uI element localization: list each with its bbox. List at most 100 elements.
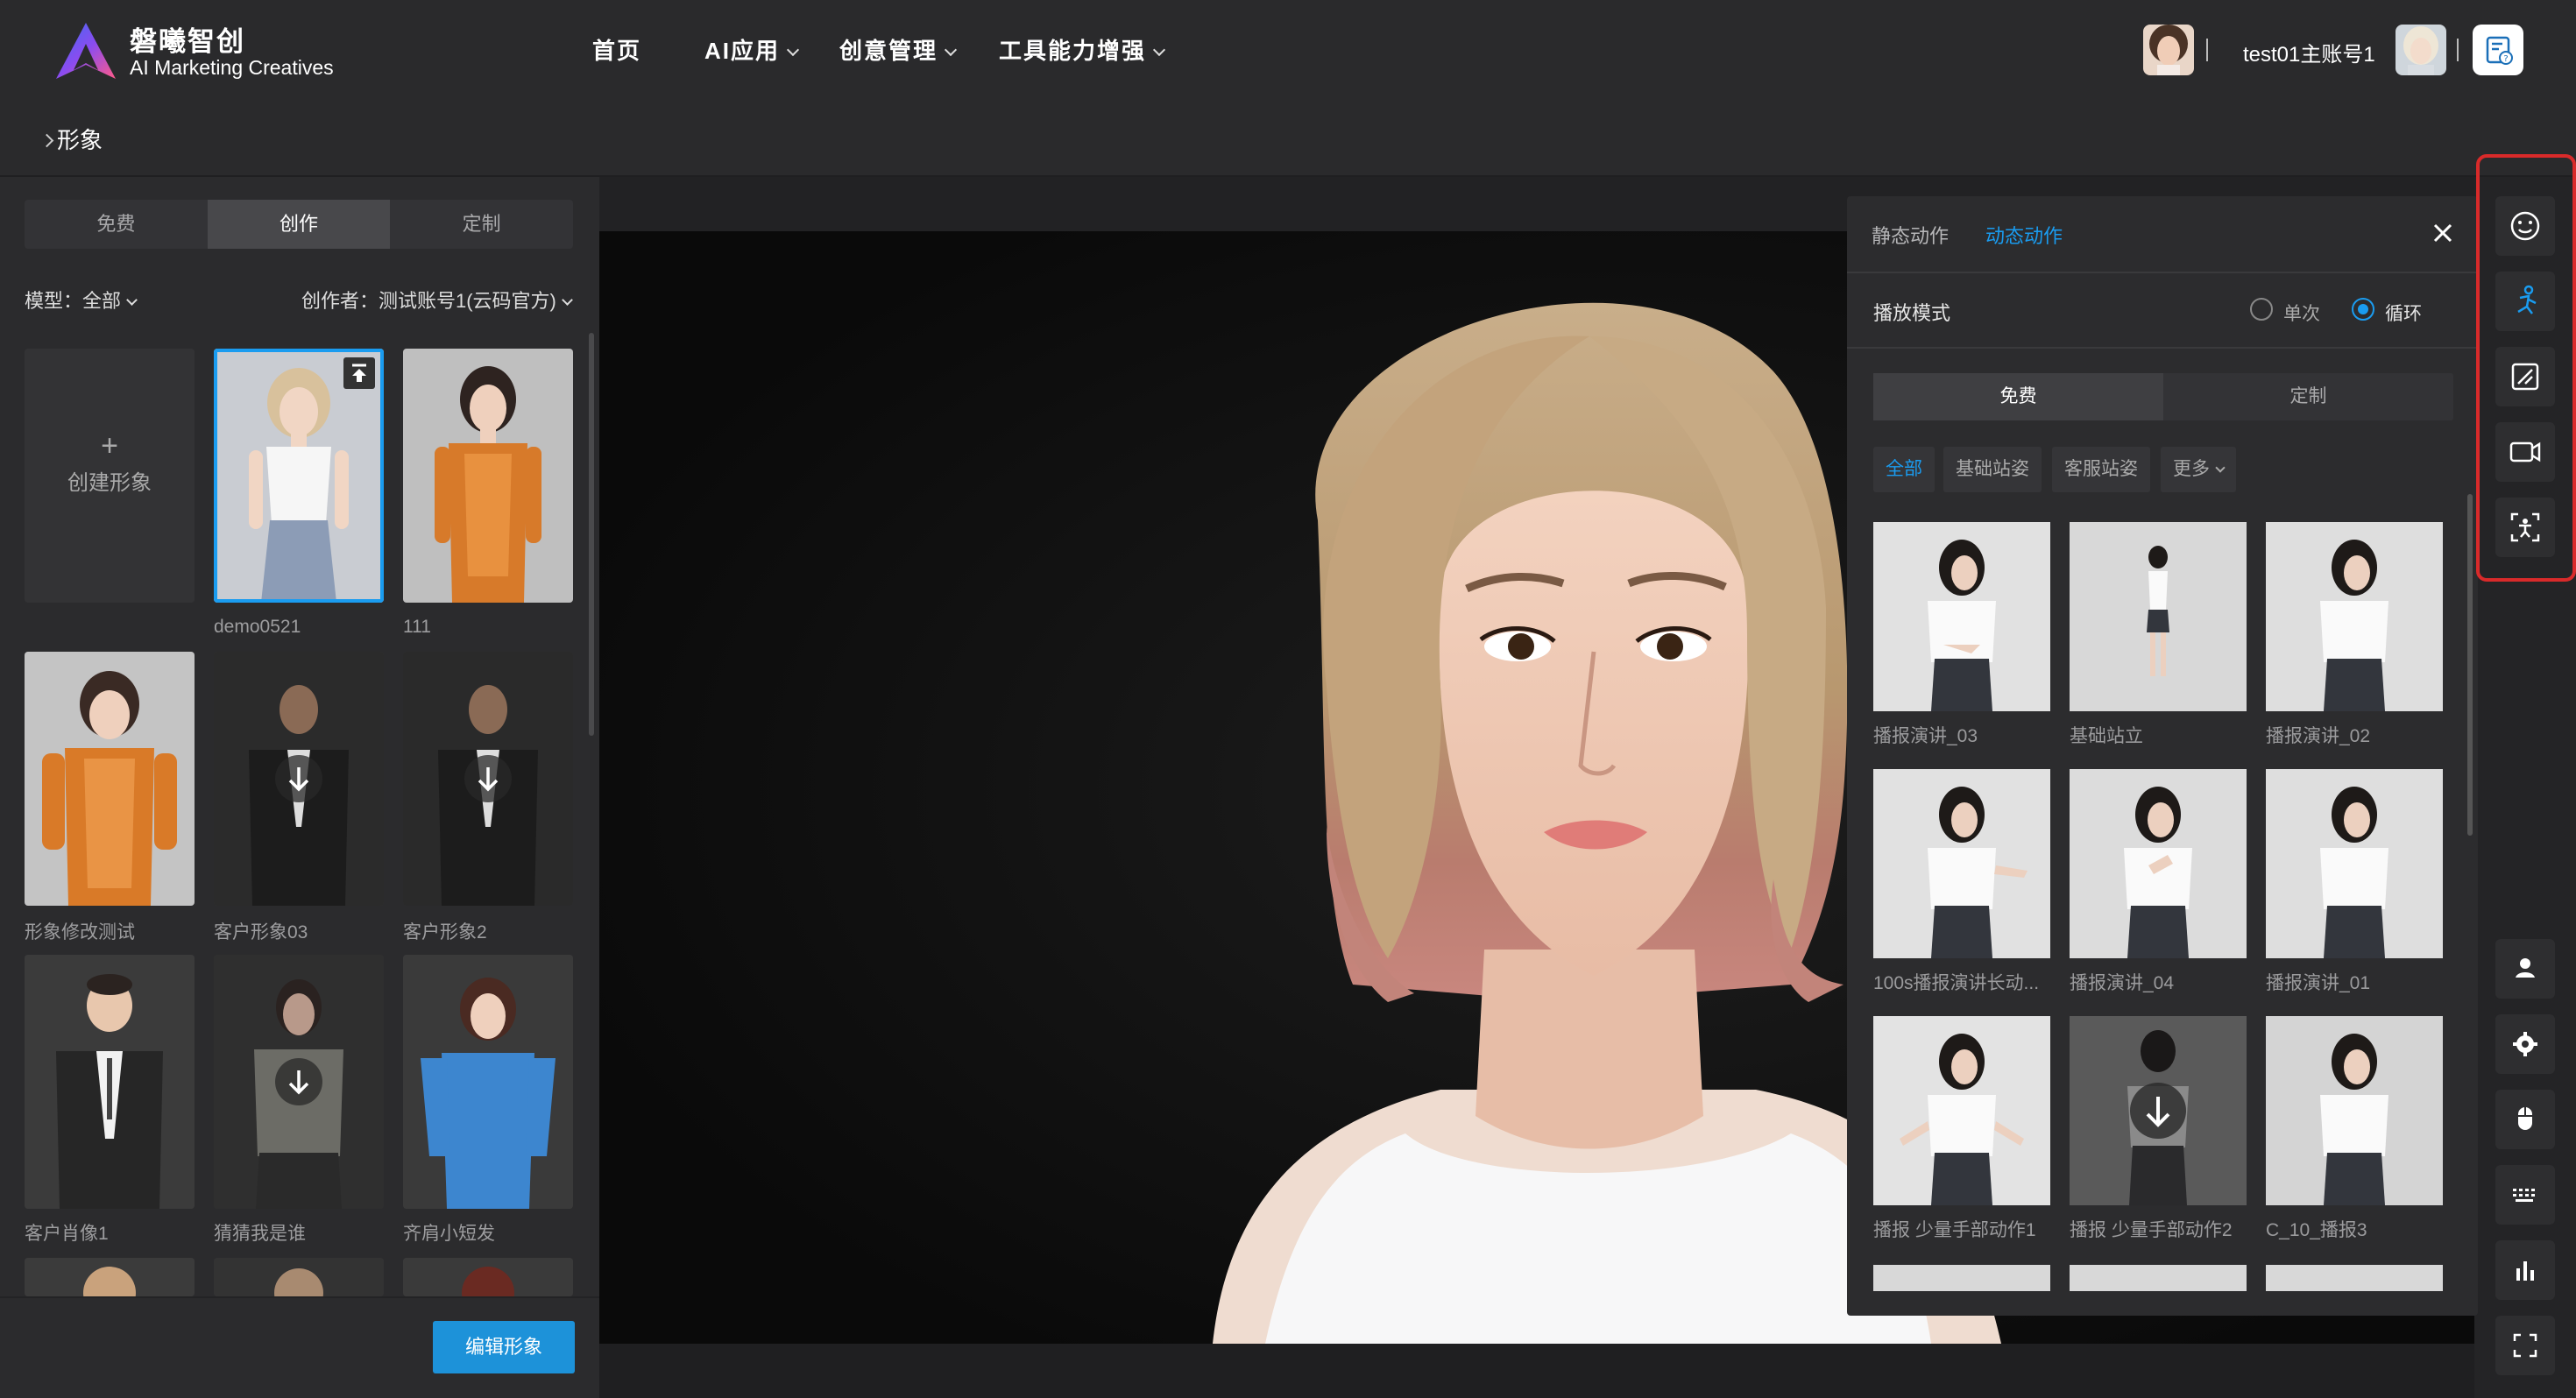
nav-home-label: 首页 <box>592 38 642 64</box>
panel-divider <box>1847 347 2478 349</box>
avatar-card-guess-who[interactable] <box>214 955 384 1209</box>
category-service-stand[interactable]: 客服站姿 <box>2052 447 2150 492</box>
action-thumb-partial[interactable] <box>2070 1265 2247 1291</box>
user-avatar[interactable] <box>2396 25 2446 75</box>
brand-name-cn: 磐曦智创 <box>130 26 245 57</box>
action-label: 播报演讲_02 <box>2266 726 2371 746</box>
chevron-down-icon <box>2215 462 2226 473</box>
avatar-label: 客户形象03 <box>214 922 308 943</box>
play-mode-label: 播放模式 <box>1873 302 1951 324</box>
action-thumb[interactable] <box>2070 769 2247 958</box>
avatar-card-customer2[interactable] <box>403 652 573 906</box>
action-thumb[interactable] <box>1873 769 2050 958</box>
camera-icon <box>2509 441 2541 462</box>
fullscreen-button[interactable] <box>2495 1316 2555 1375</box>
nav-creative-management[interactable]: 创意管理 <box>839 33 958 66</box>
settings-button[interactable] <box>2495 1014 2555 1074</box>
category-basic-stand[interactable]: 基础站姿 <box>1943 447 2042 492</box>
avatar-card-form-test[interactable] <box>25 652 195 906</box>
help-doc-button[interactable]: ? <box>2473 25 2523 75</box>
action-thumb[interactable] <box>2070 1016 2247 1205</box>
brand-logo-icon[interactable] <box>54 21 117 82</box>
mouse-button[interactable] <box>2495 1090 2555 1149</box>
avatar-label: 形象修改测试 <box>25 922 135 943</box>
stats-icon <box>2516 1261 2534 1281</box>
action-thumb-partial[interactable] <box>1873 1265 2050 1291</box>
play-mode-loop-label[interactable]: 循环 <box>2385 300 2422 326</box>
action-label: 播报演讲_01 <box>2266 973 2371 993</box>
action-thumb[interactable] <box>2070 522 2247 711</box>
avatar-list-scrollbar[interactable] <box>589 333 594 736</box>
avatar-label: 客户肖像1 <box>25 1224 109 1244</box>
expression-icon <box>2510 211 2540 241</box>
play-mode-once-label[interactable]: 单次 <box>2283 300 2320 326</box>
action-thumb[interactable] <box>1873 522 2050 711</box>
avatar-card-customer03[interactable] <box>214 652 384 906</box>
person-button[interactable] <box>2495 939 2555 999</box>
action-label: C_10_播报3 <box>2266 1220 2367 1240</box>
breadcrumb[interactable]: 形象 <box>39 123 103 155</box>
download-icon[interactable] <box>464 755 512 802</box>
tab-action-free[interactable]: 免费 <box>1873 373 2163 420</box>
download-icon[interactable] <box>275 1058 322 1105</box>
action-thumb-partial[interactable] <box>2266 1265 2443 1291</box>
tab-action-custom[interactable]: 定制 <box>2163 373 2453 420</box>
action-thumb[interactable] <box>2266 522 2443 711</box>
action-thumb[interactable] <box>1873 1016 2050 1205</box>
action-label: 播报 少量手部动作1 <box>1873 1220 2036 1240</box>
account-name[interactable]: test01主账号1 <box>2243 37 2375 67</box>
action-thumb[interactable] <box>2266 769 2443 958</box>
nav-creative-management-label: 创意管理 <box>839 38 938 64</box>
panel-divider <box>1847 272 2478 273</box>
nav-ai-apps-label: AI应用 <box>704 38 781 64</box>
avatar-card-customer-portrait1[interactable] <box>25 955 195 1209</box>
model-filter-label: 模型：全部 <box>25 290 122 312</box>
category-all[interactable]: 全部 <box>1873 447 1935 492</box>
action-label: 基础站立 <box>2070 726 2143 746</box>
background-button[interactable] <box>2495 347 2555 406</box>
action-label: 播报演讲_04 <box>2070 973 2175 993</box>
current-avatar-thumb[interactable] <box>2143 25 2194 75</box>
avatar-card-partial[interactable] <box>25 1258 195 1296</box>
tab-custom[interactable]: 定制 <box>390 200 573 249</box>
avatar-card-demo0521[interactable] <box>214 349 384 603</box>
expression-button[interactable] <box>2495 196 2555 256</box>
action-thumb[interactable] <box>2266 1016 2443 1205</box>
avatar-card-partial[interactable] <box>403 1258 573 1296</box>
edit-avatar-button[interactable]: 编辑形象 <box>433 1321 575 1373</box>
keyboard-button[interactable] <box>2495 1165 2555 1225</box>
play-mode-once-radio[interactable] <box>2250 298 2273 321</box>
svg-text:?: ? <box>2503 54 2508 64</box>
avatar-card-partial[interactable] <box>214 1258 384 1296</box>
action-label: 播报演讲_03 <box>1873 726 1978 746</box>
model-filter[interactable]: 模型：全部 <box>25 286 138 314</box>
upload-icon[interactable] <box>343 357 375 389</box>
action-list-scrollbar[interactable] <box>2467 494 2473 836</box>
action-label: 100s播报演讲长动... <box>1873 973 2040 993</box>
play-mode-loop-radio[interactable] <box>2352 298 2374 321</box>
nav-home[interactable]: 首页 <box>592 33 641 66</box>
person-icon <box>2516 958 2535 978</box>
motion-capture-button[interactable] <box>2495 498 2555 557</box>
download-icon[interactable] <box>275 755 322 802</box>
tab-static-action[interactable]: 静态动作 <box>1872 221 1949 249</box>
mouse-icon <box>2518 1107 2532 1130</box>
nav-tool-enhance[interactable]: 工具能力增强 <box>999 33 1166 66</box>
motion-button[interactable] <box>2495 272 2555 331</box>
stats-button[interactable] <box>2495 1240 2555 1300</box>
settings-icon <box>2513 1032 2537 1056</box>
category-more[interactable]: 更多 <box>2161 447 2236 492</box>
create-avatar-card[interactable]: + 创建形象 <box>25 349 195 603</box>
tab-dynamic-action[interactable]: 动态动作 <box>1985 221 2063 249</box>
chevron-down-icon <box>126 294 138 306</box>
close-icon[interactable] <box>2431 221 2455 245</box>
tab-creation[interactable]: 创作 <box>207 200 391 249</box>
creator-filter[interactable]: 创作者：测试账号1(云码官方) <box>301 286 573 314</box>
camera-button[interactable] <box>2495 422 2555 482</box>
nav-ai-apps[interactable]: AI应用 <box>704 33 800 66</box>
breadcrumb-bar <box>0 103 2576 177</box>
app-root: 磐曦智创 AI Marketing Creatives 首页 AI应用 创意管理… <box>0 0 2576 1398</box>
tab-free[interactable]: 免费 <box>25 200 208 249</box>
avatar-card-short-hair[interactable] <box>403 955 573 1209</box>
avatar-card-111[interactable] <box>403 349 573 603</box>
